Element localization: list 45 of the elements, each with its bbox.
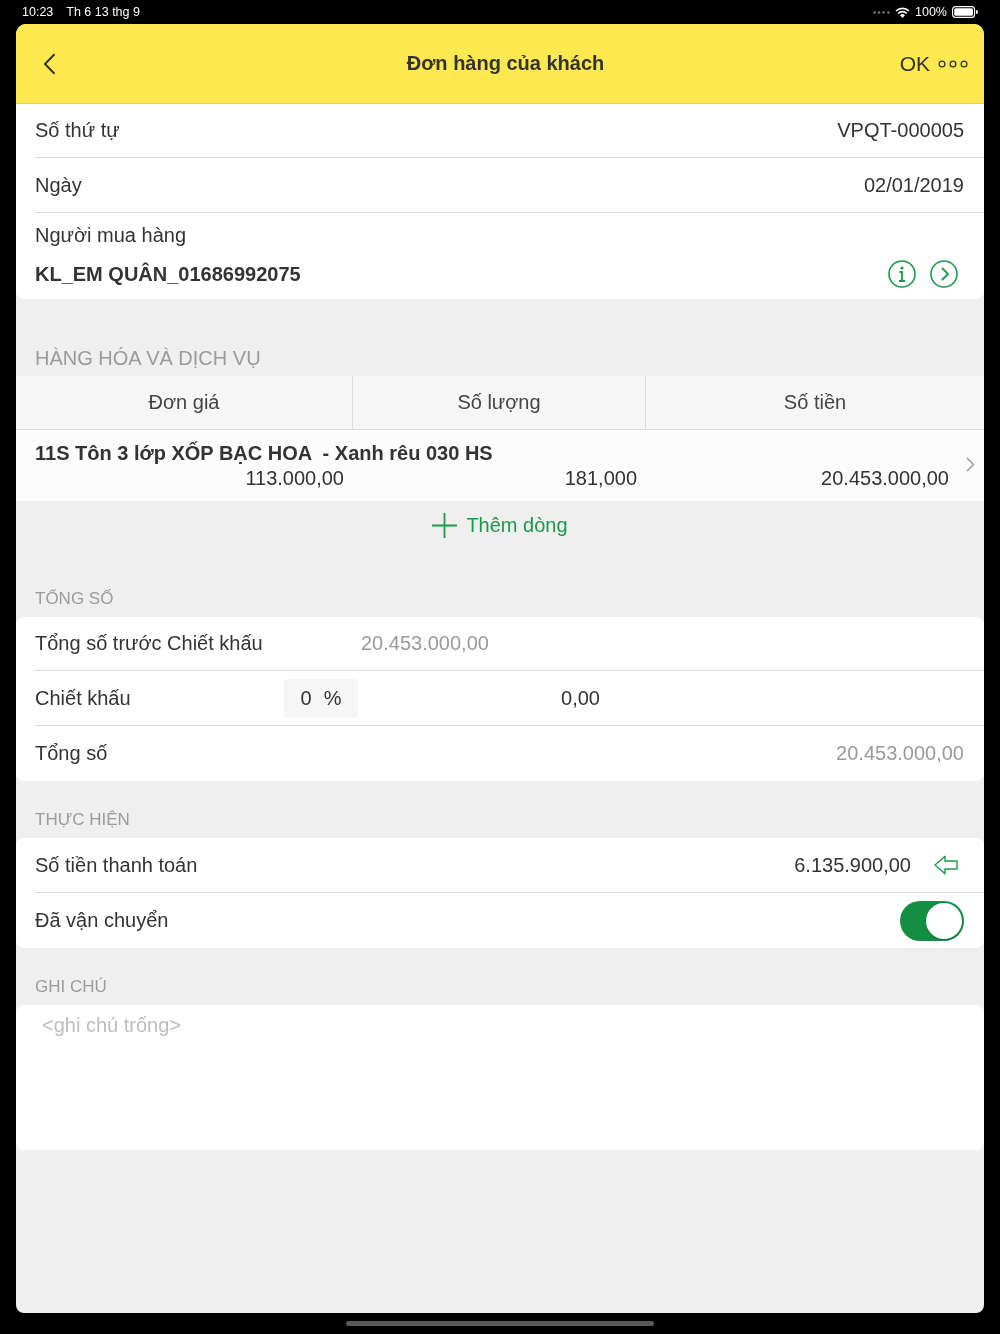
column-header: Số lượng xyxy=(352,376,645,429)
item-name: 11S Tôn 3 lớp XỐP BẠC HOA - Xanh rêu 030 HS xyxy=(35,441,493,464)
shipped-toggle[interactable] xyxy=(900,900,964,941)
quantity-cell: 181,000 xyxy=(564,465,637,490)
chevron-circle-icon[interactable] xyxy=(930,260,958,288)
field-label: Ngày xyxy=(35,173,82,197)
status-time: 10:23 xyxy=(22,5,54,19)
info-icon[interactable] xyxy=(888,260,916,288)
screen-title: Đơn hàng của khách xyxy=(406,52,605,75)
column-header: Đơn giá xyxy=(147,390,221,415)
field-label: Chiết khấu xyxy=(35,686,131,709)
field-label: Tổng số trước Chiết khấu xyxy=(35,632,263,654)
battery-percent: 100% xyxy=(915,5,947,19)
field-label: Người mua hàng xyxy=(35,224,187,246)
amount-cell: 20.453.000,00 xyxy=(821,465,949,490)
section-header: THỰC HIỆN xyxy=(35,810,130,830)
status-date: Th 6 13 thg 9 xyxy=(66,5,140,19)
discount-percent-field[interactable]: 0 % xyxy=(284,678,358,718)
discount-amount: 0,00 xyxy=(561,686,600,710)
field-value: 20.453.000,00 xyxy=(361,632,489,655)
more-icon[interactable] xyxy=(938,59,968,68)
wifi-icon xyxy=(895,6,910,18)
item-row[interactable]: 11S Tôn 3 lớp XỐP BẠC HOA - Xanh rêu 030 HS 113.000,00 181,000 20.453.000,00 xyxy=(16,430,984,501)
field-label: Tổng số xyxy=(35,742,108,765)
section-header: GHI CHÚ xyxy=(35,977,107,997)
customer-name: KL_EM QUÂN_01686992075 xyxy=(35,262,301,286)
signal-icon xyxy=(873,10,890,14)
chevron-right-icon xyxy=(966,457,975,472)
unit-price-cell: 113.000,00 xyxy=(245,465,344,490)
field-label: Đã vận chuyển xyxy=(35,909,169,932)
ok-button[interactable]: OK xyxy=(899,51,930,76)
plus-icon xyxy=(432,512,458,538)
back-icon[interactable] xyxy=(43,52,56,75)
section-header: TỔNG SỐ xyxy=(35,589,114,609)
field-value: 20.453.000,00 xyxy=(836,742,964,765)
arrow-left-icon[interactable] xyxy=(934,855,958,875)
note-field[interactable]: <ghi chú trống> xyxy=(16,1005,984,1150)
field-value: 6.135.900,00 xyxy=(794,853,911,877)
section-header: HÀNG HÓA VÀ DỊCH VỤ xyxy=(35,347,261,370)
field-label: Số thứ tự xyxy=(35,119,120,142)
field-value: 02/01/2019 xyxy=(863,173,964,197)
field-label: Số tiền thanh toán xyxy=(35,853,198,877)
field-value: VPQT-000005 xyxy=(837,119,964,142)
battery-icon xyxy=(952,6,978,18)
column-header: Số tiền xyxy=(645,376,984,429)
